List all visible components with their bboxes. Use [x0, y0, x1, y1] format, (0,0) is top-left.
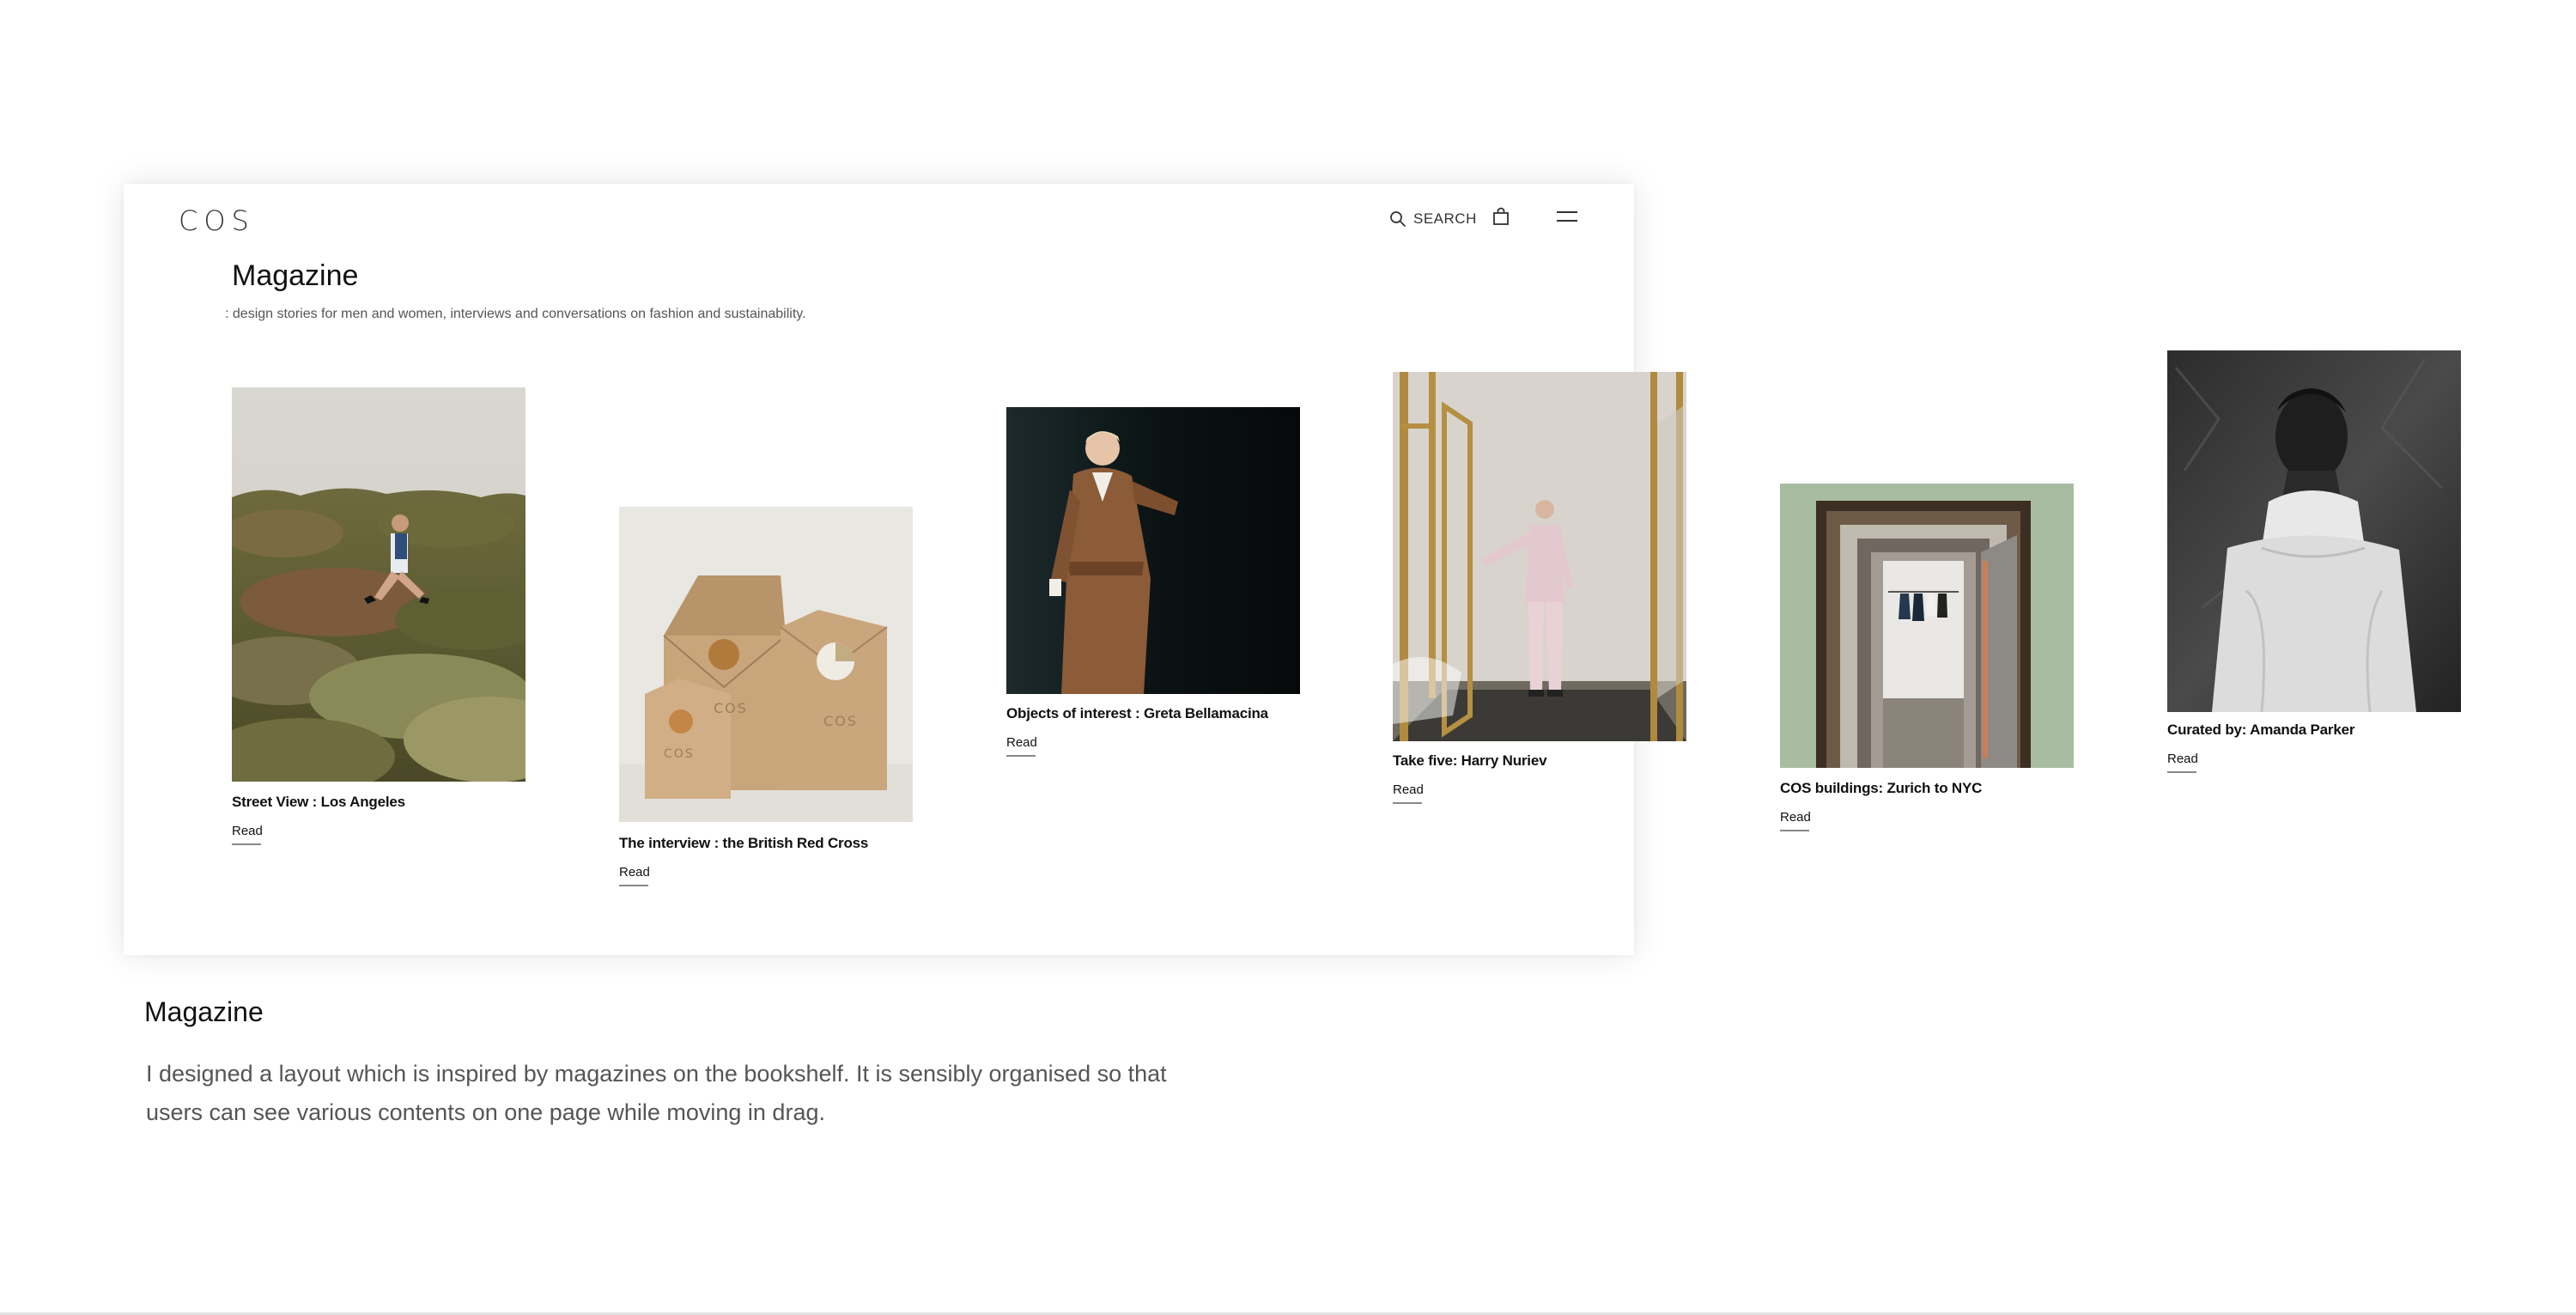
article-photo: COS COS COS	[619, 507, 913, 822]
read-link[interactable]: Read	[232, 824, 263, 845]
article-card-street-view[interactable]: Street View : Los Angeles Read	[232, 387, 526, 851]
read-link[interactable]: Read	[1393, 782, 1424, 804]
search-icon	[1390, 211, 1406, 227]
cos-logo[interactable]: COS	[179, 204, 255, 237]
article-card-amanda-parker[interactable]: Curated by: Amanda Parker Read	[2167, 350, 2461, 780]
article-card-british-red-cross[interactable]: COS COS COS The interview : the British …	[619, 507, 913, 893]
article-photo	[2167, 350, 2461, 712]
article-photo	[1006, 407, 1300, 694]
read-link[interactable]: Read	[619, 865, 650, 886]
article-title: Curated by: Amanda Parker	[2167, 721, 2355, 738]
svg-text:COS: COS	[823, 713, 858, 729]
article-card-cos-buildings[interactable]: COS buildings: Zurich to NYC Read	[1780, 484, 2074, 837]
read-link[interactable]: Read	[1006, 735, 1037, 757]
article-card-harry-nuriev[interactable]: Take five: Harry Nuriev Read	[1393, 372, 1686, 810]
shopping-bag-icon	[1493, 207, 1509, 225]
article-photo	[232, 387, 526, 782]
article-card-greta-bellamacina[interactable]: Objects of interest : Greta Bellamacina …	[1006, 407, 1300, 768]
menu-button[interactable]	[1556, 210, 1578, 228]
article-title: Street View : Los Angeles	[232, 794, 405, 810]
shopping-bag-button[interactable]	[1492, 207, 1510, 230]
svg-text:COS: COS	[664, 747, 695, 761]
page-title: Magazine	[232, 259, 359, 292]
hamburger-menu-icon	[1557, 211, 1577, 222]
portfolio-canvas: COS SEARCH Magazine : design stories for…	[0, 0, 2576, 1315]
search-label: SEARCH	[1413, 210, 1477, 227]
article-title: Take five: Harry Nuriev	[1393, 752, 1547, 769]
page-description: : design stories for men and women, inte…	[225, 307, 806, 321]
article-title: The interview : the British Red Cross	[619, 835, 869, 851]
svg-text:COS: COS	[714, 700, 748, 716]
search-button[interactable]: SEARCH	[1389, 206, 1477, 232]
article-photo	[1780, 484, 2074, 768]
read-link[interactable]: Read	[1780, 810, 1811, 831]
read-link[interactable]: Read	[2167, 752, 2198, 773]
article-title: COS buildings: Zurich to NYC	[1780, 780, 1983, 796]
article-title: Objects of interest : Greta Bellamacina	[1006, 705, 1268, 721]
article-photo	[1393, 372, 1686, 741]
caption-heading: Magazine	[144, 996, 264, 1027]
caption-body: I designed a layout which is inspired by…	[146, 1061, 1167, 1125]
